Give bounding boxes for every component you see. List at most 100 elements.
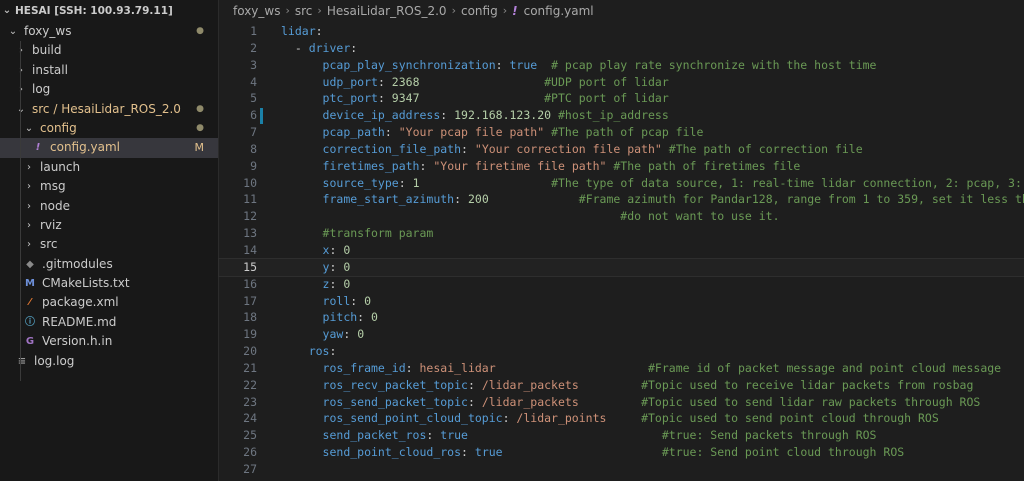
code-text: - driver: <box>281 40 357 57</box>
tree-folder-install[interactable]: › install <box>0 61 218 80</box>
tree-folder-msg[interactable]: › msg <box>0 177 218 196</box>
code-area[interactable]: 1 lidar: 2 - driver: 3 pcap_play_synchroniz… <box>218 23 1024 481</box>
code-token: #The path of firetimes file <box>613 158 801 173</box>
tree-folder-rviz[interactable]: › rviz <box>0 216 218 235</box>
code-line[interactable]: 9 firetimes_path: "Your firetime file pa… <box>219 158 1024 175</box>
tree-folder-src-hesailidar[interactable]: ⌄ src / HesaiLidar_ROS_2.0 ● <box>0 100 218 119</box>
tree-item-label: launch <box>40 159 81 174</box>
line-number: 13 <box>243 226 257 241</box>
code-line[interactable]: 26 send_point_cloud_ros: true #true: Sen… <box>219 444 1024 461</box>
code-text: pcap_play_synchronization: true # pcap p… <box>281 57 877 74</box>
breadcrumb-item[interactable]: config <box>461 0 498 22</box>
code-token: : <box>357 310 372 325</box>
tree-folder-src[interactable]: › src <box>0 235 218 254</box>
code-line[interactable]: 20 ros: <box>219 343 1024 360</box>
code-line[interactable]: 21 ros_frame_id: hesai_lidar #Frame id o… <box>219 360 1024 377</box>
code-line[interactable]: 5 ptc_port: 9347 #PTC port of lidar <box>219 90 1024 107</box>
tree-file-gitmodules[interactable]: ◆ .gitmodules <box>0 255 218 274</box>
code-line[interactable]: 4 udp_port: 2368 #UDP port of lidar <box>219 74 1024 91</box>
code-line[interactable]: 11 frame_start_azimuth: 200 #Frame azimu… <box>219 191 1024 208</box>
tree-file-version-h-in[interactable]: G Version.h.in <box>0 332 218 351</box>
code-text: source_type: 1 #The type of data source,… <box>281 175 1024 192</box>
line-number: 19 <box>243 327 257 342</box>
code-token: /lidar_packets <box>481 394 579 409</box>
code-line[interactable]: 16 z: 0 <box>219 276 1024 293</box>
code-line[interactable]: 22 ros_recv_packet_topic: /lidar_packets… <box>219 377 1024 394</box>
line-number: 18 <box>243 310 257 325</box>
tree-folder-log[interactable]: › log <box>0 80 218 99</box>
code-token: ros_recv_packet_topic <box>322 377 468 392</box>
tree-item-label: install <box>32 62 68 77</box>
code-line[interactable]: 15 y: 0 <box>218 257 1024 277</box>
tree-item-label: package.xml <box>42 295 119 310</box>
modified-dot-icon: ● <box>196 122 204 133</box>
cmake-file-icon: M <box>25 278 35 290</box>
code-line[interactable]: 6 device_ip_address: 192.168.123.20 #hos… <box>219 107 1024 124</box>
tree-folder-node[interactable]: › node <box>0 197 218 216</box>
code-line[interactable]: 13 #transform param <box>219 225 1024 242</box>
code-line[interactable]: 25 send_packet_ros: true #true: Send pac… <box>219 427 1024 444</box>
tree-folder-launch[interactable]: › launch <box>0 158 218 177</box>
code-token: : <box>384 125 399 140</box>
code-line[interactable]: 8 correction_file_path: "Your correction… <box>219 141 1024 158</box>
tree-file-config-yaml[interactable]: ! config.yaml M <box>0 138 218 158</box>
code-token: : <box>329 242 344 257</box>
tree-item-label: rviz <box>40 217 62 232</box>
breadcrumb-item[interactable]: HesaiLidar_ROS_2.0 <box>327 0 447 22</box>
code-token: : <box>329 276 344 291</box>
code-text: y: 0 <box>281 259 351 276</box>
tree-item-label: CMakeLists.txt <box>42 276 130 291</box>
line-number: 16 <box>243 276 257 291</box>
modified-dot-icon: ● <box>196 103 204 114</box>
code-token: : <box>467 394 482 409</box>
code-text: ptc_port: 9347 #PTC port of lidar <box>281 90 669 107</box>
code-token: device_ip_address <box>322 108 441 123</box>
explorer-sidebar: ⌄ HESAI [SSH: 100.93.79.11] ⌄ foxy_ws ● … <box>0 0 219 481</box>
breadcrumb-item[interactable]: foxy_ws <box>233 0 280 22</box>
code-line[interactable]: 7 pcap_path: "Your pcap file path" #The … <box>219 124 1024 141</box>
tree-file-readme[interactable]: ⓘ README.md <box>0 313 218 332</box>
code-line[interactable]: 10 source_type: 1 #The type of data sour… <box>219 175 1024 192</box>
code-token: : <box>502 411 517 426</box>
code-token: ptc_port <box>322 91 378 106</box>
tree-folder-foxy-ws[interactable]: ⌄ foxy_ws ● <box>0 22 218 41</box>
code-line[interactable]: 24 ros_send_point_cloud_topic: /lidar_po… <box>219 410 1024 427</box>
breadcrumb-item[interactable]: src <box>295 0 313 22</box>
editor-pane[interactable]: foxy_ws › src › HesaiLidar_ROS_2.0 › con… <box>218 0 1024 481</box>
code-token: lidar <box>281 24 316 38</box>
code-line[interactable]: 18 pitch: 0 <box>219 309 1024 326</box>
line-number: 25 <box>243 428 257 443</box>
code-line[interactable]: 27 <box>219 461 1024 478</box>
code-line[interactable]: 14 x: 0 <box>219 242 1024 259</box>
tree-file-package-xml[interactable]: ⁄ package.xml <box>0 293 218 312</box>
code-line[interactable]: 1 lidar: <box>219 23 1024 40</box>
code-line[interactable]: 19 yaw: 0 <box>219 326 1024 343</box>
code-line[interactable]: 12 #do not want to use it. <box>219 208 1024 225</box>
tree-item-label: build <box>32 43 62 58</box>
explorer-header[interactable]: ⌄ HESAI [SSH: 100.93.79.11] <box>0 0 218 22</box>
tree-file-cmakelists[interactable]: M CMakeLists.txt <box>0 274 218 293</box>
breadcrumb-file[interactable]: config.yaml <box>524 0 594 22</box>
chevron-down-icon[interactable]: ⌄ <box>2 0 12 22</box>
code-line[interactable]: 17 roll: 0 <box>219 293 1024 310</box>
code-token: : <box>329 259 344 274</box>
code-token: : <box>315 24 323 38</box>
code-text: ros_send_point_cloud_topic: /lidar_point… <box>281 410 939 427</box>
code-line[interactable]: 23 ros_send_packet_topic: /lidar_packets… <box>219 394 1024 411</box>
tree-file-log-log[interactable]: ≡ log.log <box>0 352 218 371</box>
line-number: 3 <box>250 57 257 72</box>
code-token: "Your pcap file path" <box>398 125 545 140</box>
tree-folder-build[interactable]: › build <box>0 41 218 60</box>
line-number: 17 <box>243 293 257 308</box>
tree-folder-config[interactable]: ⌄ config ● <box>0 119 218 138</box>
code-line[interactable]: 3 pcap_play_synchronization: true # pcap… <box>219 57 1024 74</box>
code-line[interactable]: 2 - driver: <box>219 40 1024 57</box>
